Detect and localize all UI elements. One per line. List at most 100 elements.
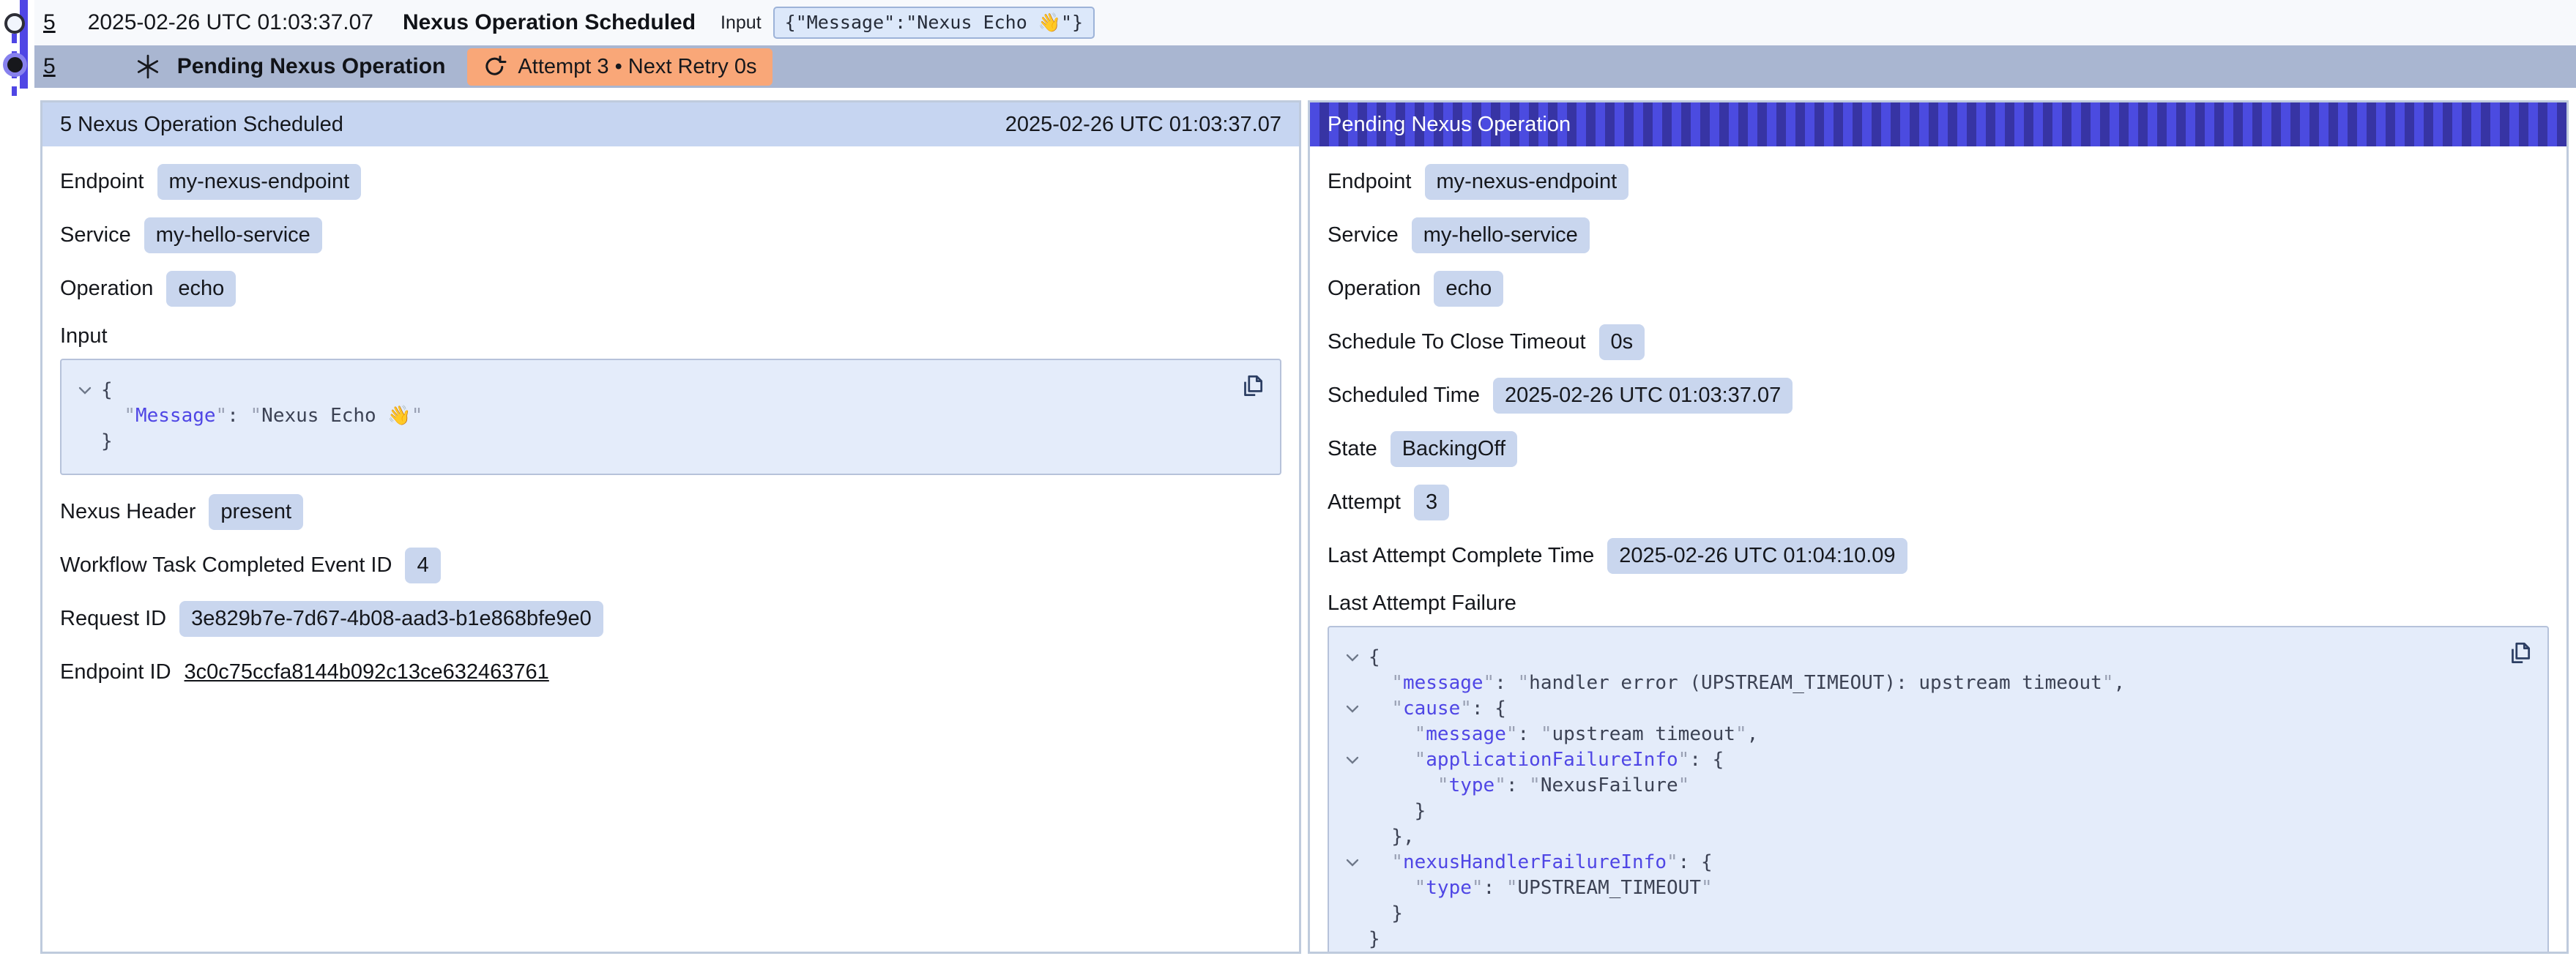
- field-value-chip: BackingOff: [1391, 431, 1517, 467]
- collapse-chevron-icon[interactable]: [1336, 755, 1369, 765]
- event-detail-panels: 5 Nexus Operation Scheduled 2025-02-26 U…: [40, 100, 2569, 954]
- field-value-chip: my-hello-service: [1412, 217, 1590, 253]
- json-line: }: [1336, 901, 2496, 927]
- json-line: "applicationFailureInfo": {: [1336, 747, 2496, 773]
- fields-top: Endpoint my-nexus-endpoint Service my-hello…: [60, 164, 1281, 307]
- field-value-chip: present: [209, 494, 303, 530]
- field-label: Schedule To Close Timeout: [1328, 330, 1586, 354]
- field-row: Endpoint ID3c0c75ccfa8144b092c13ce632463…: [60, 654, 1281, 690]
- card-title: Pending Nexus Operation: [1328, 113, 1571, 137]
- field-row: Service my-hello-service: [60, 217, 1281, 253]
- field-label: Endpoint: [60, 170, 144, 194]
- timeline-event-marker-current[interactable]: [7, 57, 23, 72]
- json-viewer: { "Message": "Nexus Echo 👋"}: [60, 359, 1281, 475]
- pending-operation-card-body: Endpointmy-nexus-endpoint Service my-hello…: [1310, 146, 2566, 954]
- field-value-chip: 2025-02-26 UTC 01:03:37.07: [1493, 378, 1793, 414]
- field-label: State: [1328, 437, 1377, 461]
- json-line-text: "type": "UPSTREAM_TIMEOUT": [1369, 875, 1713, 901]
- timeline-active-bar: [20, 0, 28, 89]
- json-line-text: }: [1369, 927, 1380, 952]
- field-label: Endpoint: [1328, 170, 1412, 194]
- json-line: "Message": "Nexus Echo 👋": [69, 403, 1229, 429]
- event-history-view: 5 2025-02-26 UTC 01:03:37.07 Nexus Opera…: [0, 0, 2576, 956]
- field-value-chip: 3e829b7e-7d67-4b08-aad3-b1e868bfe9e0: [179, 601, 603, 637]
- json-line-text: "message": "handler error (UPSTREAM_TIME…: [1369, 671, 2125, 696]
- json-line-text: {: [101, 378, 113, 403]
- input-block-label: Input: [60, 324, 1281, 348]
- json-line-text: {: [1369, 645, 1380, 671]
- field-value-chip: echo: [166, 271, 236, 307]
- json-line: "nexusHandlerFailureInfo": {: [1336, 850, 2496, 875]
- field-label: Scheduled Time: [1328, 384, 1480, 408]
- card-title: 5 Nexus Operation Scheduled: [60, 113, 343, 137]
- field-row: Request ID 3e829b7e-7d67-4b08-aad3-b1e868…: [60, 601, 1281, 637]
- card-timestamp: 2025-02-26 UTC 01:03:37.07: [1005, 113, 1281, 137]
- input-label: Input: [721, 12, 762, 34]
- field-label: Service: [1328, 223, 1399, 247]
- json-line-text: "type": "NexusFailure": [1369, 773, 1689, 799]
- event-id-link[interactable]: 5: [43, 10, 56, 35]
- field-row: Schedule To Close Timeout 0s: [1328, 324, 2549, 360]
- field-row: Operation echo: [60, 271, 1281, 307]
- json-line: }: [1336, 799, 2496, 824]
- json-line-text: "applicationFailureInfo": {: [1369, 747, 1724, 773]
- collapse-chevron-icon[interactable]: [1336, 704, 1369, 714]
- collapse-chevron-icon[interactable]: [1336, 858, 1369, 867]
- json-line-text: }: [101, 429, 113, 455]
- field-value-chip: 3: [1414, 485, 1449, 520]
- event-detail-card: 5 Nexus Operation Scheduled 2025-02-26 U…: [40, 100, 1301, 954]
- field-label: Service: [60, 223, 131, 247]
- json-line-text: "message": "upstream timeout",: [1369, 722, 1758, 747]
- field-row: Last Attempt Complete Time 2025-02-26 UTC…: [1328, 538, 2549, 574]
- field-value-chip: my-hello-service: [144, 217, 322, 253]
- field-label: Request ID: [60, 607, 166, 631]
- field-row: Endpoint my-nexus-endpoint: [60, 164, 1281, 200]
- collapse-chevron-icon[interactable]: [1336, 653, 1369, 662]
- retry-badge-label: Attempt 3 • Next Retry 0s: [518, 55, 756, 79]
- failure-block-label: Last Attempt Failure: [1328, 591, 2549, 616]
- pending-operation-card-header: Pending Nexus Operation: [1310, 102, 2566, 146]
- event-row[interactable]: 5 2025-02-26 UTC 01:03:37.07 Nexus Opera…: [34, 0, 2576, 45]
- field-row: State BackingOff: [1328, 431, 2549, 467]
- field-label: Operation: [1328, 277, 1421, 301]
- json-line: {: [69, 378, 1229, 403]
- event-detail-card-header: 5 Nexus Operation Scheduled 2025-02-26 U…: [42, 102, 1299, 146]
- event-id-link[interactable]: 5: [43, 54, 56, 79]
- collapse-chevron-icon[interactable]: [69, 386, 101, 395]
- field-label: Last Attempt Complete Time: [1328, 544, 1594, 568]
- retry-icon: [483, 55, 507, 78]
- json-line: "message": "upstream timeout",: [1336, 722, 2496, 747]
- json-line-text: }: [1369, 799, 1426, 824]
- endpoint-id-link[interactable]: 3c0c75ccfa8144b092c13ce632463761: [185, 660, 549, 684]
- field-row: Endpointmy-nexus-endpoint: [1328, 164, 2549, 200]
- field-row: Scheduled Time 2025-02-26 UTC 01:03:37.07: [1328, 378, 2549, 414]
- json-line: }: [69, 429, 1229, 455]
- json-line-text: "nexusHandlerFailureInfo": {: [1369, 850, 1713, 875]
- json-viewer: { "message": "handler error (UPSTREAM_TI…: [1328, 626, 2549, 954]
- pending-title: Pending Nexus Operation: [177, 54, 446, 79]
- pending-asterisk-icon: [135, 53, 161, 80]
- event-timestamp: 2025-02-26 UTC 01:03:37.07: [88, 10, 373, 35]
- field-value-chip: 2025-02-26 UTC 01:04:10.09: [1607, 538, 1907, 574]
- pending-event-row[interactable]: 5 Pending Nexus Operation Attempt 3 • Ne…: [34, 45, 2576, 88]
- event-detail-card-body: Endpoint my-nexus-endpoint Service my-hello…: [42, 146, 1299, 690]
- json-line: "cause": {: [1336, 696, 2496, 722]
- field-label: Workflow Task Completed Event ID: [60, 553, 392, 578]
- field-label: Nexus Header: [60, 500, 196, 524]
- copy-button[interactable]: [1237, 372, 1267, 401]
- json-line-text: "Message": "Nexus Echo 👋": [101, 403, 422, 429]
- copy-button[interactable]: [2505, 639, 2534, 668]
- json-line-text: },: [1369, 824, 1415, 850]
- field-value-chip: 4: [405, 548, 440, 583]
- timeline-event-marker-open[interactable]: [4, 13, 25, 34]
- field-value-chip: echo: [1434, 271, 1503, 307]
- json-line: }: [1336, 927, 2496, 952]
- field-row: Nexus Header present: [60, 494, 1281, 530]
- field-label: Operation: [60, 277, 153, 301]
- field-value-chip: 0s: [1599, 324, 1645, 360]
- json-line: },: [1336, 824, 2496, 850]
- json-line: "type": "UPSTREAM_TIMEOUT": [1336, 875, 2496, 901]
- retry-badge: Attempt 3 • Next Retry 0s: [467, 48, 773, 86]
- field-value-chip: my-nexus-endpoint: [157, 164, 362, 200]
- json-line: "message": "handler error (UPSTREAM_TIME…: [1336, 671, 2496, 696]
